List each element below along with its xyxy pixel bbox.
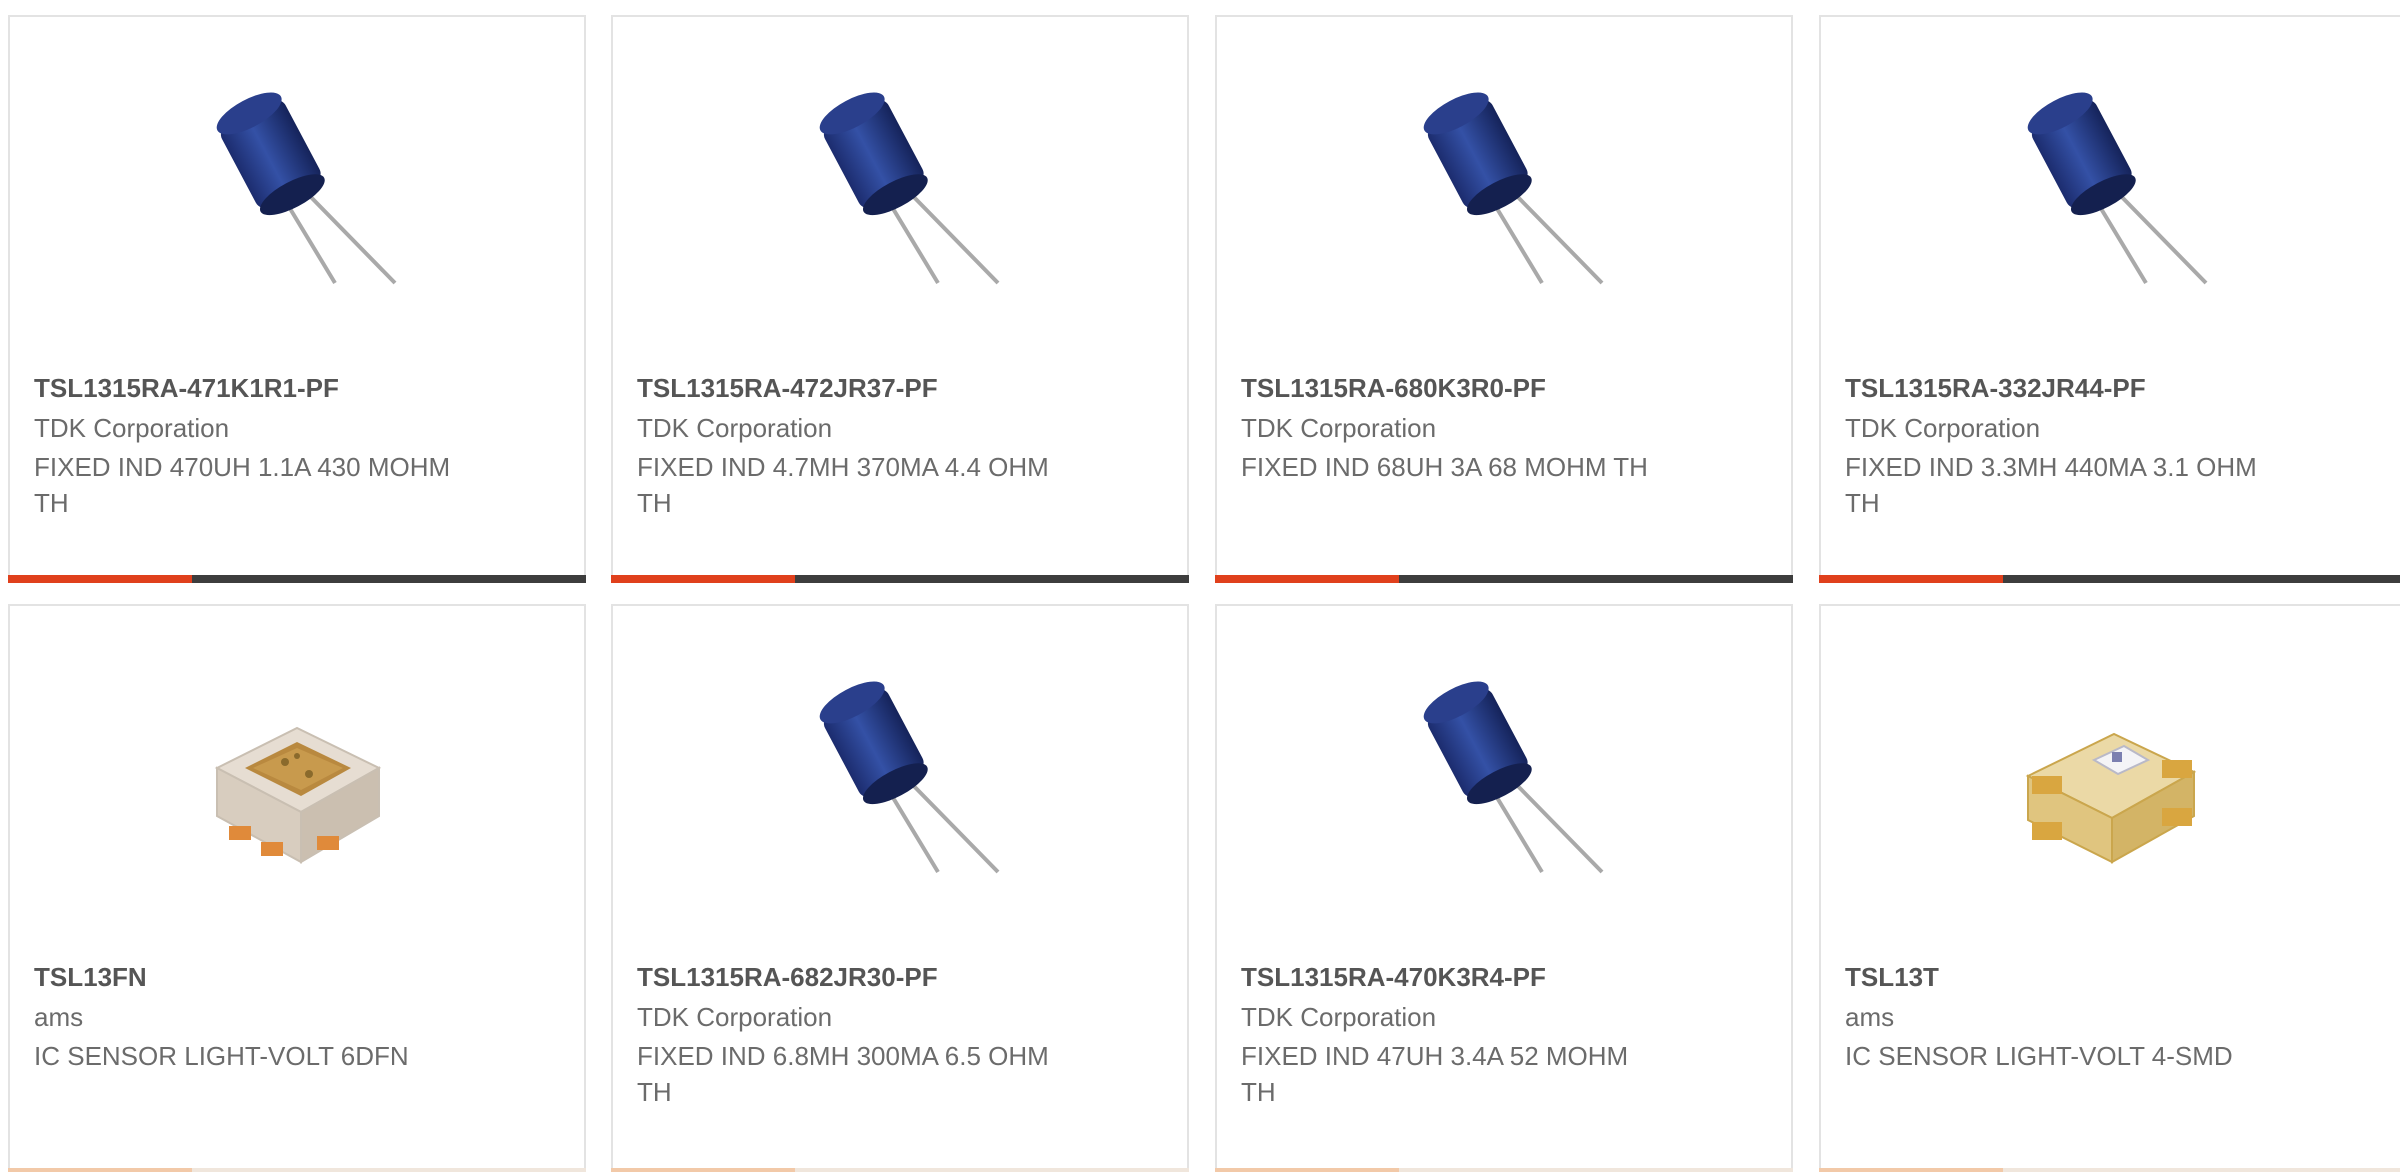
part-number-link[interactable]: TSL13FN [34, 962, 147, 993]
inductor-image-icon [2008, 87, 2208, 287]
card-accent-fill [611, 575, 795, 583]
inductor-image-icon [1404, 676, 1604, 876]
part-number-link[interactable]: TSL1315RA-332JR44-PF [1845, 373, 2146, 404]
product-card[interactable]: TSL13T ams IC SENSOR LIGHT-VOLT 4-SMD [1819, 604, 2400, 1172]
manufacturer-label: TDK Corporation [34, 413, 230, 443]
product-card[interactable]: TSL1315RA-470K3R4-PF TDK Corporation FIX… [1215, 604, 1793, 1172]
inductor-image-icon [1404, 87, 1604, 287]
description-text: FIXED IND 4.7MH 370MA 4.4 OHM TH [637, 452, 1049, 518]
product-card[interactable]: TSL1315RA-332JR44-PF TDK Corporation FIX… [1819, 15, 2400, 583]
description-text: FIXED IND 470UH 1.1A 430 MOHM TH [34, 452, 451, 518]
part-number-link[interactable]: TSL1315RA-471K1R1-PF [34, 373, 339, 404]
manufacturer-label: TDK Corporation [1241, 1002, 1437, 1032]
card-accent-bar [8, 1168, 586, 1172]
card-accent-bar [8, 575, 586, 583]
part-number-link[interactable]: TSL1315RA-470K3R4-PF [1241, 962, 1546, 993]
light-sensor-smd-image-icon [2008, 676, 2208, 876]
inductor-image-icon [197, 87, 397, 287]
part-number-link[interactable]: TSL1315RA-472JR37-PF [637, 373, 938, 404]
card-accent-fill [1215, 575, 1399, 583]
card-accent-fill [8, 575, 192, 583]
product-card[interactable]: TSL1315RA-472JR37-PF TDK Corporation FIX… [611, 15, 1189, 583]
part-number-link[interactable]: TSL13T [1845, 962, 1939, 993]
card-accent-fill [1215, 1168, 1399, 1172]
description-text: FIXED IND 68UH 3A 68 MOHM TH [1241, 452, 1648, 482]
manufacturer-label: TDK Corporation [1845, 413, 2041, 443]
description-text: IC SENSOR LIGHT-VOLT 4-SMD [1845, 1041, 2233, 1071]
card-accent-fill [1819, 1168, 2003, 1172]
card-accent-fill [611, 1168, 795, 1172]
part-number-link[interactable]: TSL1315RA-682JR30-PF [637, 962, 938, 993]
part-number-link[interactable]: TSL1315RA-680K3R0-PF [1241, 373, 1546, 404]
card-accent-fill [8, 1168, 192, 1172]
light-sensor-dfn-image-icon [197, 676, 397, 876]
manufacturer-label: TDK Corporation [1241, 413, 1437, 443]
description-text: FIXED IND 6.8MH 300MA 6.5 OHM TH [637, 1041, 1049, 1107]
inductor-image-icon [800, 87, 1000, 287]
manufacturer-label: TDK Corporation [637, 1002, 833, 1032]
inductor-image-icon [800, 676, 1000, 876]
card-accent-bar [1819, 575, 2400, 583]
product-grid: TSL1315RA-471K1R1-PF TDK Corporation FIX… [0, 0, 2400, 1172]
manufacturer-label: ams [34, 1002, 84, 1032]
card-accent-fill [1819, 575, 2003, 583]
description-text: FIXED IND 47UH 3.4A 52 MOHM TH [1241, 1041, 1629, 1107]
card-accent-bar [611, 1168, 1189, 1172]
product-card[interactable]: TSL1315RA-680K3R0-PF TDK Corporation FIX… [1215, 15, 1793, 583]
card-accent-bar [611, 575, 1189, 583]
product-card[interactable]: TSL1315RA-682JR30-PF TDK Corporation FIX… [611, 604, 1189, 1172]
product-card[interactable]: TSL1315RA-471K1R1-PF TDK Corporation FIX… [8, 15, 586, 583]
card-accent-bar [1819, 1168, 2400, 1172]
card-accent-bar [1215, 575, 1793, 583]
card-accent-bar [1215, 1168, 1793, 1172]
description-text: FIXED IND 3.3MH 440MA 3.1 OHM TH [1845, 452, 2257, 518]
description-text: IC SENSOR LIGHT-VOLT 6DFN [34, 1041, 409, 1071]
product-card[interactable]: TSL13FN ams IC SENSOR LIGHT-VOLT 6DFN [8, 604, 586, 1172]
manufacturer-label: TDK Corporation [637, 413, 833, 443]
manufacturer-label: ams [1845, 1002, 1895, 1032]
